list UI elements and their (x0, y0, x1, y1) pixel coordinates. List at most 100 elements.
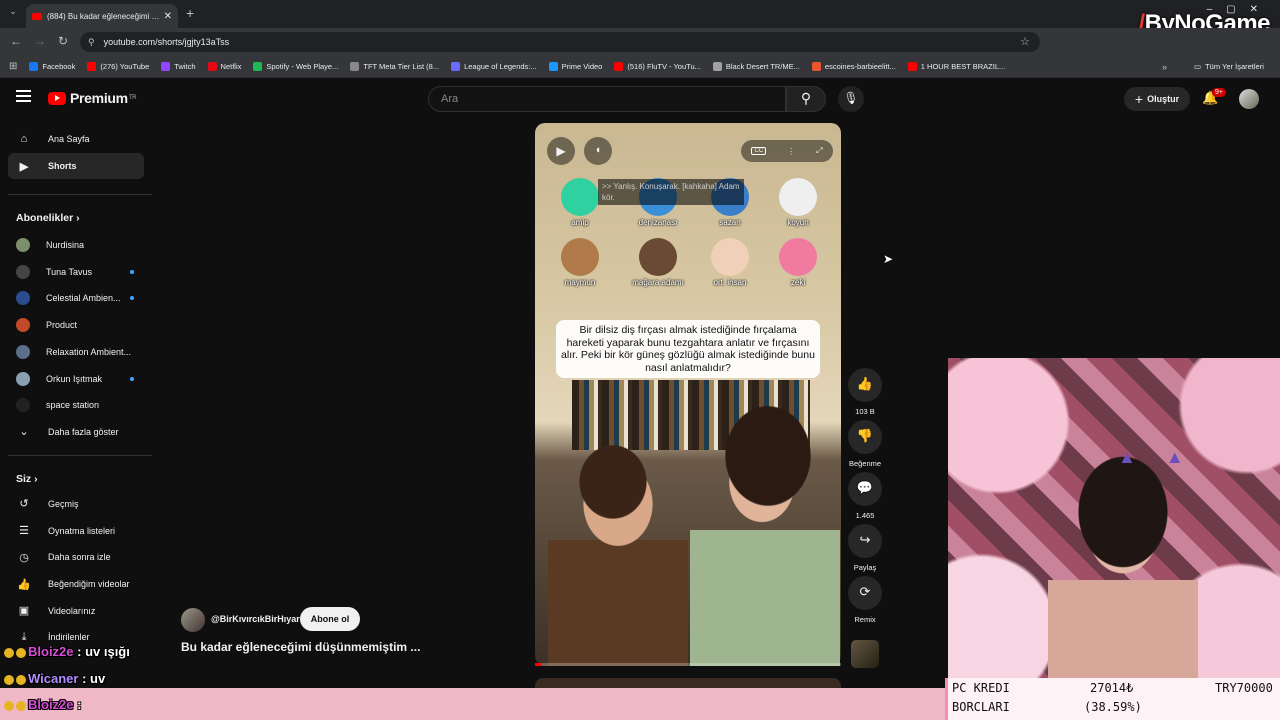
bookmark-item[interactable]: (276) YouTube (87, 62, 149, 71)
sidebar-item-label: İndirilenler (48, 632, 90, 643)
action-comments[interactable]: 💬 1.465 (848, 472, 882, 520)
bookmark-item[interactable]: 1 HOUR BEST BRAZIL... (907, 62, 1006, 71)
account-avatar[interactable] (1239, 89, 1259, 109)
sidebar-item-icon: ▣ (18, 605, 30, 618)
sidebar-item-icon: ☰ (19, 525, 29, 538)
bookmark-item[interactable]: Spotify - Web Playe... (253, 62, 338, 71)
bookmark-favicon-icon (907, 62, 917, 71)
sidebar-item-label: Ana Sayfa (48, 134, 90, 144)
sidebar-subscription-item[interactable]: Celestial Ambien... (8, 285, 144, 311)
sidebar-item-shorts[interactable]: ▶ Shorts (8, 153, 144, 179)
action-share[interactable]: ↪ Paylaş (848, 524, 882, 572)
sidebar-you-item[interactable]: ↺ Geçmiş (8, 491, 144, 517)
sidebar-subscription-item[interactable]: Tuna Tavus (8, 259, 144, 285)
bookmark-label: 1 HOUR BEST BRAZIL... (920, 62, 1006, 71)
more-options-icon[interactable]: ⋮ (787, 147, 795, 156)
show-more-button[interactable]: ⌄ Daha fazla göster (8, 419, 144, 445)
subscription-label: Nurdisina (46, 240, 85, 250)
bookmark-item[interactable]: Black Desert TR/ME... (712, 62, 800, 71)
bookmark-label: Prime Video (561, 62, 603, 71)
hamburger-menu-icon[interactable] (16, 90, 31, 102)
emoji-face-icon (561, 238, 599, 276)
bookmark-item[interactable]: (516) FluTV - YouTu... (614, 62, 701, 71)
bookmark-item[interactable]: Facebook (29, 62, 75, 71)
youtube-play-logo-icon (48, 91, 66, 105)
reload-icon[interactable]: ↻ (58, 34, 68, 48)
bookmark-item[interactable]: TFT Meta Tier List (8... (350, 62, 439, 71)
bookmark-item[interactable]: Prime Video (548, 62, 603, 71)
sidebar-subscription-item[interactable]: space station (8, 392, 144, 418)
close-tab-icon[interactable]: ✕ (164, 11, 172, 22)
folder-icon: ▭ (1194, 62, 1202, 71)
more-bookmarks-icon[interactable]: » (1162, 62, 1167, 72)
emoji-label: koyun (787, 218, 809, 227)
emoji-label: zeki (790, 278, 806, 287)
captions-icon[interactable]: CC (751, 147, 767, 155)
subscriptions-header[interactable]: Abonelikler › (16, 212, 80, 224)
emoji-label: denizanası (638, 218, 678, 227)
action-icon: ⟳ (848, 576, 882, 610)
sidebar-you-item[interactable]: ▣ Videolarınız (8, 598, 144, 624)
action-label: Beğenme (848, 459, 882, 468)
browser-tab[interactable]: (884) Bu kadar eğleneceğimi dü ✕ (26, 4, 178, 28)
sidebar-subscription-item[interactable]: Nurdisina (8, 232, 144, 258)
bookmark-item[interactable]: Netflix (207, 62, 241, 71)
channel-name[interactable]: @BirKıvırcıkBirHıyar (211, 614, 300, 624)
action-label: 1.465 (855, 511, 875, 520)
channel-avatar-icon (16, 318, 30, 333)
forward-icon[interactable]: → (34, 34, 46, 48)
overlay-bottom-strip (0, 688, 945, 720)
audio-thumbnail[interactable] (851, 640, 879, 668)
volume-icon[interactable]: ◖ (584, 137, 612, 165)
tab-title: (884) Bu kadar eğleneceğimi dü (47, 11, 160, 21)
channel-avatar[interactable] (181, 608, 205, 632)
sidebar-you-item[interactable]: ☰ Oynatma listeleri (8, 518, 144, 544)
sidebar-item-icon: 👍 (17, 578, 31, 591)
video-progress-bar[interactable] (535, 663, 841, 666)
chat-badge-icon (16, 674, 26, 685)
sidebar-item-ana-sayfa[interactable]: ⌂ Ana Sayfa (8, 126, 144, 152)
sidebar-item-label: Shorts (48, 161, 77, 171)
sidebar-item-icon: ⤓ (21, 630, 27, 643)
create-button[interactable]: + Oluştur (1124, 87, 1190, 111)
sidebar-subscription-item[interactable]: Orkun Işıtmak (8, 366, 144, 392)
url-field[interactable]: ⚲ youtube.com/shorts/jgjty13aTss (80, 32, 1040, 52)
sidebar-you-item[interactable]: 👍 Beğendiğim videolar (8, 571, 144, 597)
sidebar-item-icon: ◷ (19, 551, 29, 564)
tab-search-icon[interactable]: ⌄ (6, 6, 20, 20)
bookmark-item[interactable]: Twitch (161, 62, 196, 71)
sidebar-subscription-item[interactable]: Product (8, 312, 144, 338)
logo-region: TR (128, 95, 137, 101)
subscribe-button[interactable]: Abone ol (300, 607, 360, 631)
chat-message: Bloiz2e : (4, 697, 81, 712)
bookmark-item[interactable]: escoines-barbieelitt... (811, 62, 896, 71)
microphone-icon[interactable]: 🎙 (838, 86, 864, 112)
sidebar-subscription-item[interactable]: Relaxation Ambient... (8, 339, 144, 365)
fullscreen-icon[interactable]: ⤢ (816, 146, 822, 156)
action-dislike[interactable]: 👎 Beğenme (848, 420, 882, 468)
bookmark-star-icon[interactable]: ☆ (1020, 35, 1030, 48)
action-like[interactable]: 👍 103 B (848, 368, 882, 416)
video-person-right (690, 400, 840, 666)
back-icon[interactable]: ← (10, 34, 22, 48)
short-title[interactable]: Bu kadar eğleneceğimi düşünmemiştim ... (181, 640, 420, 654)
bookmark-label: escoines-barbieelitt... (824, 62, 896, 71)
youtube-premium-logo[interactable]: Premium TR (48, 90, 137, 106)
new-tab-icon[interactable]: + (186, 5, 194, 21)
play-icon[interactable]: ▶ (547, 137, 575, 165)
bookmark-item[interactable]: League of Legends:... (451, 62, 537, 71)
search-input[interactable]: Ara (428, 86, 786, 112)
sidebar-item-label: Videolarınız (48, 605, 96, 616)
site-info-icon[interactable]: ⚲ (88, 37, 95, 48)
apps-grid-icon[interactable]: ⊞ (9, 61, 17, 72)
action-remix[interactable]: ⟳ Remix (848, 576, 882, 624)
sidebar-item-icon: ▶ (19, 160, 29, 173)
channel-avatar-icon (16, 371, 30, 386)
all-bookmarks-folder[interactable]: ▭ Tüm Yer İşaretleri (1194, 62, 1264, 71)
sidebar-you-item[interactable]: ◷ Daha sonra izle (8, 544, 144, 570)
bookmark-label: Facebook (42, 62, 76, 71)
emoji-item: maymun (548, 238, 612, 287)
search-icon[interactable]: ⚲ (786, 86, 826, 112)
debt-goal-panel: PC KREDI BORCLARI 27014₺ (38.59%) TRY700… (945, 678, 1280, 720)
you-header[interactable]: Siz › (16, 473, 38, 485)
